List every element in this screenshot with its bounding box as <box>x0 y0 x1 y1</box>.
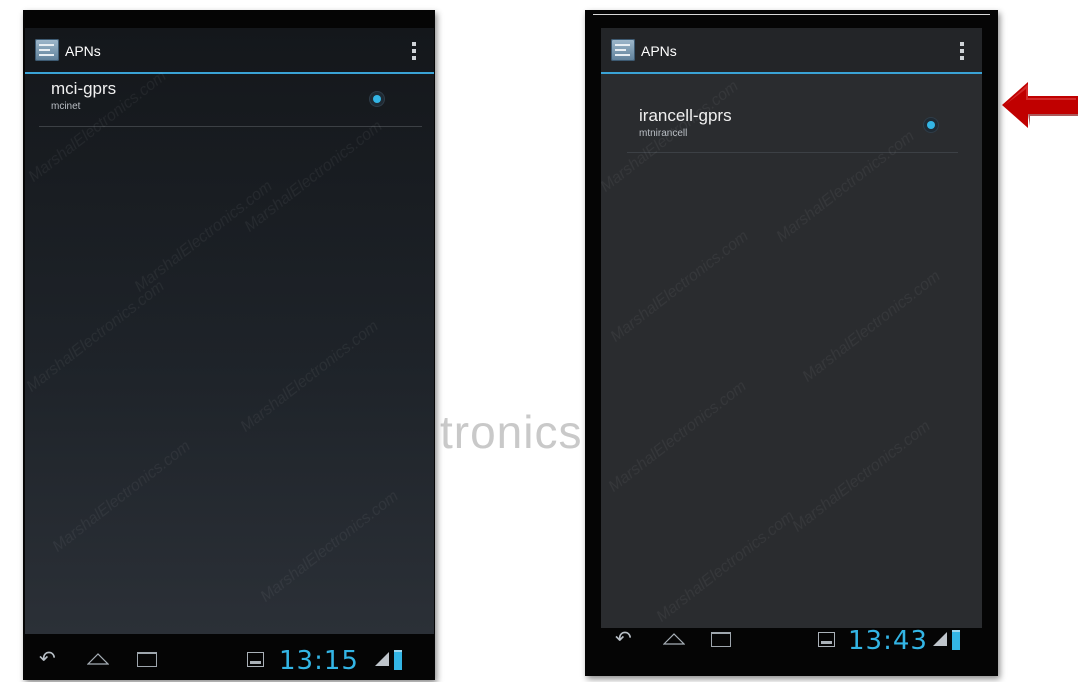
apn-name: mci-gprs <box>51 79 117 98</box>
apn-value: mcinet <box>51 101 81 112</box>
home-icon[interactable] <box>86 652 110 665</box>
apn-name: irancell-gprs <box>639 106 732 125</box>
apn-screen-left: APNs mci-gprs mcinet MarshalElectronics.… <box>25 28 434 634</box>
tutorial-image: tronics.c APNs mci-gprs mcinet MarshalEl… <box>0 0 1079 682</box>
navigation-bar: ↶ 13:43 <box>585 620 998 662</box>
frame-highlight <box>593 14 990 15</box>
overlay-watermark: MarshalElectronics.com <box>653 507 798 626</box>
action-bar: APNs <box>601 28 982 74</box>
settings-apn-icon[interactable] <box>35 39 59 61</box>
overlay-watermark: MarshalElectronics.com <box>605 377 750 496</box>
apn-list-item[interactable]: irancell-gprs mtnirancell <box>627 102 958 153</box>
overlay-watermark: MarshalElectronics.com <box>257 487 402 606</box>
navigation-bar: ↶ 13:15 <box>23 640 435 682</box>
gallery-icon[interactable] <box>247 652 264 667</box>
action-bar: APNs <box>25 28 434 74</box>
phone-screenshot-left: APNs mci-gprs mcinet MarshalElectronics.… <box>23 10 435 680</box>
back-icon[interactable]: ↶ <box>615 628 635 648</box>
overflow-menu-icon[interactable] <box>960 42 964 60</box>
overlay-watermark: MarshalElectronics.com <box>237 317 382 436</box>
apn-list-item[interactable]: mci-gprs mcinet <box>39 75 422 127</box>
apn-value: mtnirancell <box>639 128 688 139</box>
gallery-icon[interactable] <box>818 632 835 647</box>
overflow-menu-icon[interactable] <box>412 42 416 60</box>
overlay-watermark: MarshalElectronics.com <box>607 227 752 346</box>
overlay-watermark: MarshalElectronics.com <box>131 177 276 296</box>
overlay-watermark: MarshalElectronics.com <box>241 117 386 236</box>
red-left-arrow-icon <box>1002 82 1078 128</box>
overlay-watermark: MarshalElectronics.com <box>789 417 934 536</box>
battery-icon <box>394 650 402 670</box>
signal-icon <box>375 652 389 666</box>
recent-apps-icon[interactable] <box>711 632 731 647</box>
apn-radio-button[interactable] <box>924 118 938 132</box>
battery-icon <box>952 630 960 650</box>
action-bar-title: APNs <box>65 43 101 59</box>
apn-screen-right: APNs irancell-gprs mtnirancell MarshalEl… <box>601 28 982 628</box>
back-icon[interactable]: ↶ <box>39 648 59 668</box>
action-bar-title: APNs <box>641 43 677 59</box>
apn-radio-button[interactable] <box>370 92 384 106</box>
overlay-watermark: MarshalElectronics.com <box>49 437 194 556</box>
settings-apn-icon[interactable] <box>611 39 635 61</box>
signal-icon <box>933 632 947 646</box>
overlay-watermark: MarshalElectronics.com <box>799 267 944 386</box>
home-icon[interactable] <box>662 632 686 645</box>
phone-screenshot-right: APNs irancell-gprs mtnirancell MarshalEl… <box>585 10 998 676</box>
overlay-watermark: MarshalElectronics.com <box>25 277 168 396</box>
status-clock: 13:15 <box>279 646 359 676</box>
status-clock: 13:43 <box>848 626 928 656</box>
recent-apps-icon[interactable] <box>137 652 157 667</box>
